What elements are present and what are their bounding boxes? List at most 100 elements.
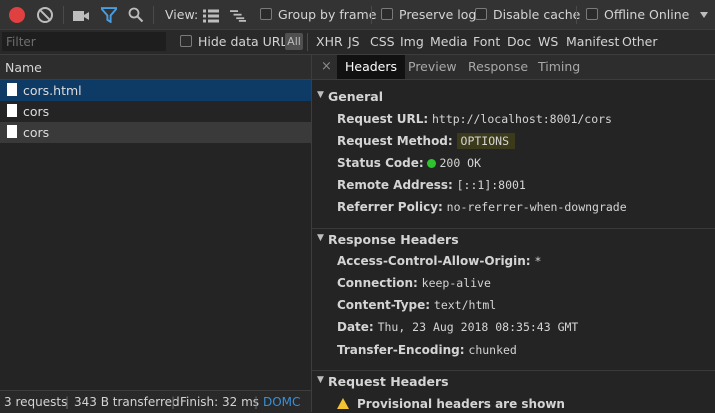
view-label: View: [165,7,199,22]
remote-address-value: [::1]:8001 [456,178,526,192]
name-column-label: Name [5,60,42,75]
tab-response[interactable]: Response [460,55,536,79]
filter-input[interactable] [2,32,166,51]
domcontentloaded-time: DOMC [263,395,301,409]
filter-icon[interactable] [101,7,117,23]
finish-time: Finish: 32 ms [180,395,260,409]
date-value: Thu, 23 Aug 2018 08:35:43 GMT [377,320,579,334]
filter-ws[interactable]: WS [538,34,558,49]
transferred-size: 343 B transferred [74,395,180,409]
summary-divider: | [65,395,70,409]
provisional-warning-row: Provisional headers are shown [337,397,565,411]
request-method-row: Request Method: OPTIONS [337,133,515,149]
document-icon [7,125,17,138]
disable-cache-checkbox[interactable] [475,8,487,20]
filter-css[interactable]: CSS [370,34,395,49]
date-key: Date: [337,320,374,334]
referrer-policy-row: Referrer Policy: no-referrer-when-downgr… [337,200,627,214]
response-headers-section-header[interactable]: ▼ Response Headers [312,228,715,249]
chevron-down-icon[interactable] [700,12,708,18]
filter-bar: Hide data URLs All XHR JS CSS Img Media … [0,30,715,55]
expand-triangle-icon: ▼ [317,90,324,100]
group-by-frame-checkbox[interactable] [260,8,272,20]
close-icon[interactable]: × [321,59,332,74]
request-row[interactable]: cors.html [0,80,311,101]
request-method-value: OPTIONS [456,133,515,149]
status-code-row: Status Code: 200 OK [337,156,481,170]
filter-media[interactable]: Media [430,34,468,49]
record-icon[interactable] [9,7,25,23]
tab-preview[interactable]: Preview [400,55,465,79]
preserve-log-checkbox[interactable] [381,8,393,20]
request-url-key: Request URL: [337,112,429,126]
offline-label: Offline [604,7,646,22]
status-code-key: Status Code: [337,156,424,170]
filter-doc[interactable]: Doc [507,34,531,49]
hide-data-urls-checkbox[interactable] [180,35,192,47]
connection-key: Connection: [337,276,418,290]
transfer-encoding-value: chunked [468,343,517,357]
remote-address-row: Remote Address: [::1]:8001 [337,178,526,192]
video-camera-icon[interactable] [73,8,89,24]
large-rows-icon[interactable] [203,8,219,24]
hide-data-urls-label: Hide data URLs [198,34,294,49]
filter-font[interactable]: Font [473,34,500,49]
status-code-value: 200 OK [439,156,482,170]
filter-divider [307,33,308,51]
general-section-title: General [328,89,383,104]
request-row[interactable]: cors [0,101,311,122]
request-name: cors [23,104,50,119]
filter-xhr[interactable]: XHR [316,34,343,49]
group-by-frame-label: Group by frame [278,7,377,22]
document-icon [7,104,17,117]
request-headers-title: Request Headers [328,374,449,389]
toolbar-divider [63,6,64,24]
request-url-value: http://localhost:8001/cors [431,112,612,126]
throttling-select[interactable]: Online [649,7,689,22]
connection-row: Connection: keep-alive [337,276,491,290]
acao-row: Access-Control-Allow-Origin: * [337,254,541,268]
content-type-key: Content-Type: [337,298,431,312]
summary-divider: | [254,395,259,409]
details-tabbar: × Headers Preview Response Timing [312,55,715,80]
request-list: Name cors.html cors cors [0,55,312,412]
referrer-policy-value: no-referrer-when-downgrade [446,200,627,214]
request-headers-section-header[interactable]: ▼ Request Headers [312,370,715,391]
request-method-key: Request Method: [337,134,453,148]
toolbar-divider [576,6,577,24]
remote-address-key: Remote Address: [337,178,453,192]
clear-icon[interactable] [37,7,53,23]
content-type-value: text/html [433,298,497,312]
tab-timing[interactable]: Timing [530,55,588,79]
transfer-encoding-row: Transfer-Encoding: chunked [337,343,517,357]
transfer-encoding-key: Transfer-Encoding: [337,343,465,357]
offline-checkbox[interactable] [586,8,598,20]
main-toolbar: View: Group by frame Preserve log Disabl… [0,0,715,30]
request-count: 3 requests [4,395,68,409]
tab-headers[interactable]: Headers [337,55,406,79]
waterfall-icon[interactable] [230,8,246,24]
search-icon[interactable] [128,7,144,23]
general-section-header[interactable]: ▼ General [312,86,715,106]
expand-triangle-icon: ▼ [317,233,324,243]
disable-cache-label: Disable cache [493,7,581,22]
filter-manifest[interactable]: Manifest [566,34,619,49]
request-row[interactable]: cors [0,122,311,143]
preserve-log-label: Preserve log [399,7,477,22]
filter-other[interactable]: Other [622,34,658,49]
filter-js[interactable]: JS [348,34,360,49]
filter-img[interactable]: Img [400,34,424,49]
filter-all-button[interactable]: All [285,33,303,50]
connection-value: keep-alive [421,276,491,290]
status-ok-icon [427,159,437,168]
acao-key: Access-Control-Allow-Origin: [337,254,531,268]
acao-value: * [534,254,542,268]
request-name: cors [23,125,50,140]
summary-divider: | [171,395,176,409]
document-icon [7,83,17,96]
network-summary-bar: 3 requests | 343 B transferred | Finish:… [0,390,311,413]
request-name: cors.html [23,83,82,98]
name-column-header[interactable]: Name [0,55,311,80]
expand-triangle-icon: ▼ [317,375,324,385]
provisional-warning-text: Provisional headers are shown [357,397,565,411]
